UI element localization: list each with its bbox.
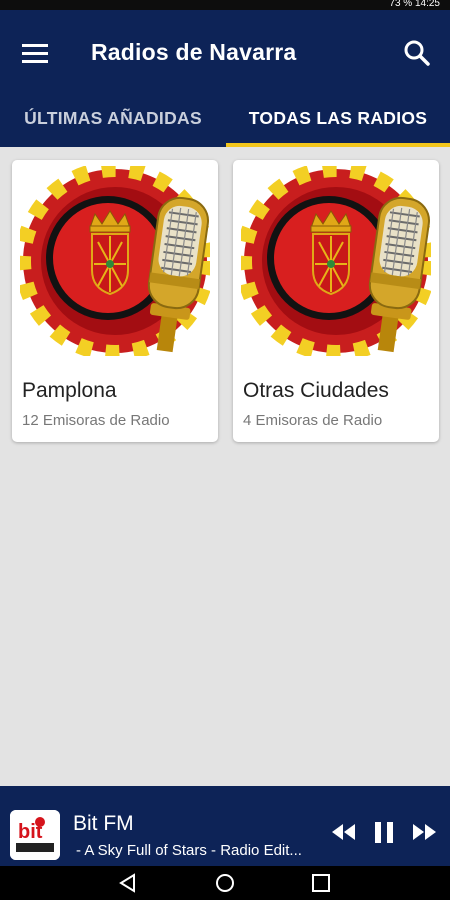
tab-bar: ÚLTIMAS AÑADIDAS TODAS LAS RADIOS [0,95,450,147]
navarra-radio-image [20,166,210,356]
recents-icon [312,874,330,892]
fast-forward-icon [413,824,436,840]
search-icon [404,40,430,66]
status-text: 73 % 14:25 [389,0,440,9]
card-subtitle: 12 Emisoras de Radio [22,412,170,429]
app-title: Radios de Navarra [91,39,297,65]
pause-icon [375,822,393,843]
city-card-other-cities[interactable]: Otras Ciudades 4 Emisoras de Radio [233,160,439,442]
city-card-pamplona[interactable]: Pamplona 12 Emisoras de Radio [12,160,218,442]
rewind-button[interactable] [330,818,358,846]
nav-home-button[interactable] [212,870,238,896]
back-icon [119,873,135,893]
system-nav-bar [0,866,450,900]
tab-all-radios[interactable]: TODAS LAS RADIOS [226,95,450,147]
menu-button[interactable] [16,34,56,74]
app-bar: Radios de Navarra [0,10,450,95]
pause-button[interactable] [370,818,398,846]
notification-icons [10,0,160,8]
card-subtitle: 4 Emisoras de Radio [243,412,383,429]
navarra-radio-image [241,166,431,356]
menu-icon [22,44,48,63]
card-title: Pamplona [22,379,117,402]
home-icon [216,874,234,892]
rewind-icon [332,824,355,840]
card-title: Otras Ciudades [243,379,389,402]
track-title: - A Sky Full of Stars - Radio Edit... [76,842,302,859]
bit-fm-logo-icon: bit [10,810,60,860]
fast-forward-button[interactable] [410,818,438,846]
search-button[interactable] [398,34,438,74]
tab-latest-added[interactable]: ÚLTIMAS AÑADIDAS [0,95,226,147]
nav-back-button[interactable] [115,870,141,896]
nav-recents-button[interactable] [308,870,334,896]
station-logo: bit [10,810,60,860]
status-bar: 73 % 14:25 [0,0,450,10]
tab-indicator [226,143,450,147]
mini-player[interactable]: bit Bit FM - A Sky Full of Stars - Radio… [0,786,450,866]
station-name: Bit FM [73,812,134,835]
